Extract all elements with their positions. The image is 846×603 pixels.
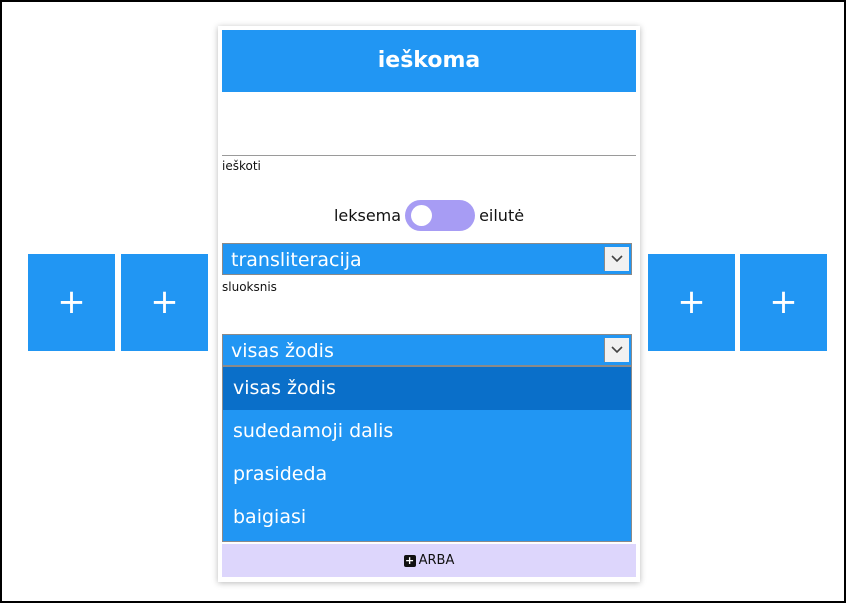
- toggle-right-label: eilutė: [479, 205, 525, 225]
- chevron-down-icon: [604, 247, 629, 271]
- dropdown-option-prasideda[interactable]: prasideda: [223, 453, 631, 496]
- match-select[interactable]: visas žodis: [222, 334, 632, 366]
- add-left-inner-button[interactable]: +: [121, 254, 208, 351]
- add-right-outer-button[interactable]: +: [740, 254, 827, 351]
- layer-select-value: transliteracija: [231, 249, 362, 271]
- search-label: ieškoti: [222, 159, 261, 173]
- layer-label: sluoksnis: [222, 280, 277, 294]
- dropdown-option-visas-zodis[interactable]: visas žodis: [223, 367, 631, 410]
- add-left-outer-button[interactable]: +: [28, 254, 115, 351]
- match-select-value: visas žodis: [231, 340, 334, 362]
- layer-select[interactable]: transliteracija: [222, 243, 632, 275]
- search-card: ieškoma ieškoti leksema eilutė translite…: [218, 26, 640, 582]
- plus-square-icon: +: [403, 553, 416, 567]
- toggle-knob: [411, 204, 433, 226]
- chevron-down-icon: [604, 338, 629, 362]
- dropdown-option-sudedamoji-dalis[interactable]: sudedamoji dalis: [223, 410, 631, 453]
- match-dropdown-list: visas žodis sudedamoji dalis prasideda b…: [222, 366, 632, 542]
- or-button-label: ARBA: [418, 553, 455, 568]
- card-title: ieškoma: [222, 30, 636, 92]
- mode-toggle-row: leksema eilutė: [218, 199, 640, 231]
- page-frame: + + + + ieškoma ieškoti leksema eilutė t…: [0, 0, 846, 603]
- add-right-inner-button[interactable]: +: [648, 254, 735, 351]
- dropdown-option-baigiasi[interactable]: baigiasi: [223, 496, 631, 539]
- or-button[interactable]: + ARBA: [222, 544, 636, 577]
- toggle-left-label: leksema: [333, 205, 402, 225]
- search-input[interactable]: [222, 126, 636, 156]
- mode-toggle[interactable]: [405, 199, 476, 231]
